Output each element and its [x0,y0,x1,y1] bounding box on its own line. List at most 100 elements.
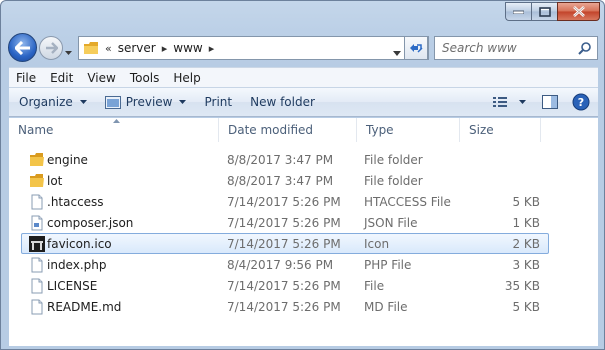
menu-edit[interactable]: Edit [43,71,80,85]
new-folder-label: New folder [250,95,315,109]
recent-pages-dropdown[interactable] [65,44,72,58]
chevron-down-icon [79,100,87,104]
arrow-right-icon [45,42,58,54]
file-name: engine [47,153,88,167]
file-name: favicon.ico [47,237,112,251]
column-name-label: Name [18,123,54,137]
file-date: 8/4/2017 9:56 PM [227,258,334,272]
column-header-size[interactable]: Size [460,118,541,142]
folder-icon [30,174,44,187]
preview-pane-toggle[interactable] [532,88,572,116]
change-view-button[interactable] [487,88,532,116]
file-row-selected[interactable]: favicon.ico 7/14/2017 5:26 PM Icon 2 KB [21,233,549,254]
new-folder-button[interactable]: New folder [241,88,324,116]
preview-pane-icon [104,95,121,109]
file-date: 7/14/2017 5:26 PM [227,300,341,314]
file-type: File [364,279,385,293]
search-box[interactable] [434,36,598,60]
address-history-dropdown[interactable] [393,45,401,59]
file-type: PHP File [364,258,412,272]
file-row[interactable]: index.php 8/4/2017 9:56 PM PHP File 3 KB [21,254,549,275]
file-name: README.md [47,300,122,314]
document-icon [31,299,43,315]
menu-bar: File Edit View Tools Help [9,67,598,87]
file-date: 7/14/2017 5:26 PM [227,237,341,251]
file-size: 5 KB [512,300,540,314]
file-list-pane[interactable]: Name Date modified Type Size engine 8/8/… [9,118,598,346]
menu-help[interactable]: Help [166,71,207,85]
file-name: LICENSE [47,279,98,293]
maximize-button[interactable] [531,2,557,21]
column-size-label: Size [469,123,494,137]
forward-button[interactable] [39,36,63,60]
document-icon [31,194,43,210]
file-size: 1 KB [512,216,540,230]
print-label: Print [204,95,233,109]
explorer-window: « server ▸ www ▸ File [0,0,605,350]
file-size: 35 KB [504,279,540,293]
file-row[interactable]: lot 8/8/2017 3:47 PM File folder [21,170,549,191]
print-button[interactable]: Print [195,88,241,116]
details-view-icon [493,96,507,107]
column-header-date-modified[interactable]: Date modified [219,118,357,142]
refresh-icon [410,44,423,53]
file-name: index.php [47,258,107,272]
caption-buttons [505,2,600,21]
preview-pane-icon [542,95,558,109]
column-type-label: Type [366,123,394,137]
column-header: Name Date modified Type Size [9,118,598,142]
column-header-type[interactable]: Type [357,118,460,142]
breadcrumb-separator-icon[interactable]: ▸ [162,42,168,55]
organize-label: Organize [19,95,73,109]
chevron-down-icon [519,100,526,104]
file-row[interactable]: engine 8/8/2017 3:47 PM File folder [21,149,549,170]
preview-label: Preview [125,95,173,109]
file-type: MD File [364,300,408,314]
command-bar: Organize Preview Print New folder ? [9,87,598,117]
minimize-button[interactable] [505,2,531,21]
search-icon[interactable] [578,42,591,55]
chevron-down-icon [65,51,72,55]
document-icon [31,215,43,231]
column-header-name[interactable]: Name [9,118,219,142]
organize-button[interactable]: Organize [9,88,96,116]
view-controls: ? [487,88,598,116]
refresh-button[interactable] [404,36,428,60]
file-date: 8/8/2017 3:47 PM [227,153,334,167]
search-input[interactable] [442,41,580,55]
chevron-down-icon [393,51,401,56]
file-type: Icon [364,237,390,251]
breadcrumb-overflow[interactable]: « [105,42,112,55]
file-name: .htaccess [47,195,104,209]
breadcrumb-separator-icon[interactable]: ▸ [209,42,215,55]
menu-file[interactable]: File [9,71,43,85]
close-button[interactable] [557,2,600,21]
file-row[interactable]: README.md 7/14/2017 5:26 PM MD File 5 KB [21,296,549,317]
address-bar[interactable]: « server ▸ www ▸ [78,36,429,60]
close-icon [572,6,585,17]
menu-view[interactable]: View [80,71,122,85]
menu-tools[interactable]: Tools [123,71,167,85]
document-icon [31,278,43,294]
file-date: 7/14/2017 5:26 PM [227,195,341,209]
maximize-icon [538,6,551,17]
help-button[interactable]: ? [572,88,598,116]
breadcrumb-server[interactable]: server [118,41,156,55]
file-row[interactable]: .htaccess 7/14/2017 5:26 PM HTACCESS Fil… [21,191,549,212]
file-row[interactable]: LICENSE 7/14/2017 5:26 PM File 35 KB [21,275,549,296]
file-date: 8/8/2017 3:47 PM [227,174,334,188]
favicon-image-icon [29,236,45,252]
file-name: lot [47,174,63,188]
arrow-left-icon [14,40,30,55]
file-rows: engine 8/8/2017 3:47 PM File folder lot … [9,149,598,317]
file-type: File folder [364,174,423,188]
file-type: File folder [364,153,423,167]
back-button[interactable] [8,33,37,62]
svg-text:?: ? [578,96,584,109]
file-size: 3 KB [512,258,540,272]
preview-button[interactable]: Preview [96,88,196,116]
breadcrumb-www[interactable]: www [173,41,202,55]
file-date: 7/14/2017 5:26 PM [227,216,341,230]
file-row[interactable]: composer.json 7/14/2017 5:26 PM JSON Fil… [21,212,549,233]
folder-icon [30,153,44,166]
